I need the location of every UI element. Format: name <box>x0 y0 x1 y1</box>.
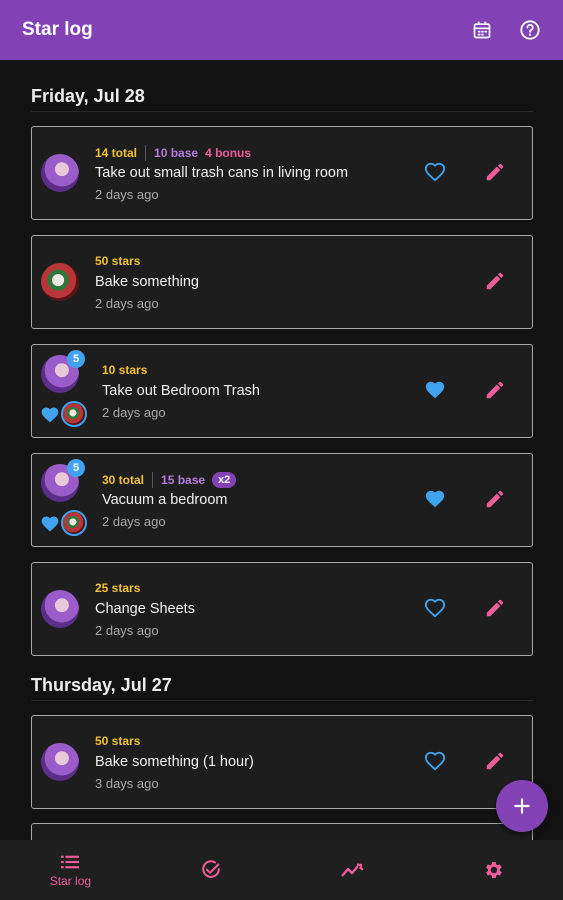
star-summary: 50 stars <box>95 734 140 748</box>
day-divider <box>31 111 533 112</box>
star-summary: 25 stars <box>95 581 140 595</box>
edit-button[interactable] <box>484 488 508 512</box>
edit-button[interactable] <box>484 750 508 774</box>
star-log-list[interactable]: Friday, Jul 28 14 total 10 base 4 bonus Take… <box>0 60 563 840</box>
star-entry-card[interactable]: 5 10 stars Take out Bedroom Trash 2 days ag… <box>31 344 533 438</box>
task-name: Take out small trash cans in living room <box>95 165 349 181</box>
task-name: Bake something (1 hour) <box>95 754 254 770</box>
avatar <box>41 590 79 628</box>
divider <box>152 472 154 488</box>
star-total: 10 stars <box>102 363 148 377</box>
star-total: 25 stars <box>95 581 141 595</box>
star-base: 10 base <box>154 146 199 160</box>
day-header: Thursday, Jul 27 <box>31 675 172 695</box>
like-count-badge: 5 <box>67 459 85 477</box>
nav-settings[interactable] <box>422 840 563 900</box>
timestamp: 3 days ago <box>95 776 159 791</box>
edit-button[interactable] <box>484 379 508 403</box>
like-button[interactable] <box>424 379 448 403</box>
help-icon[interactable] <box>519 19 541 41</box>
star-bonus: 4 bonus <box>205 146 252 160</box>
star-entry-card[interactable]: 25 stars Change Sheets 2 days ago <box>31 562 533 656</box>
timestamp: 2 days ago <box>102 405 166 420</box>
star-total: 50 stars <box>95 734 141 748</box>
add-entry-button[interactable] <box>496 780 548 832</box>
star-total: 30 total <box>102 473 145 487</box>
bottom-navigation: Star log <box>0 840 563 900</box>
settings-icon <box>485 862 502 878</box>
star-base: 15 base <box>161 473 206 487</box>
star-total: 14 total <box>95 146 138 160</box>
multiplier-badge: x2 <box>212 472 237 488</box>
edit-button[interactable] <box>484 161 508 185</box>
nav-chores[interactable] <box>141 840 282 900</box>
check-circle-icon <box>202 860 220 878</box>
liker-avatar <box>61 401 87 427</box>
star-total: 50 stars <box>95 254 141 268</box>
nav-star-log-label: Star log <box>49 873 92 888</box>
like-button[interactable] <box>424 488 448 512</box>
day-header: Friday, Jul 28 <box>31 86 145 106</box>
calendar-icon[interactable] <box>471 19 493 41</box>
star-entry-card[interactable] <box>31 823 533 840</box>
timestamp: 2 days ago <box>102 514 166 529</box>
nav-star-log[interactable]: Star log <box>0 840 141 900</box>
avatar <box>41 743 79 781</box>
star-summary: 50 stars <box>95 254 140 268</box>
timestamp: 2 days ago <box>95 296 159 311</box>
timestamp: 2 days ago <box>95 623 159 638</box>
app-bar: Star log <box>0 0 563 60</box>
task-name: Take out Bedroom Trash <box>102 383 260 399</box>
like-button[interactable] <box>424 161 448 185</box>
like-button[interactable] <box>424 597 448 621</box>
avatar <box>41 263 79 301</box>
star-entry-card[interactable]: 5 30 total 15 base x2 Vacuum a bedroom 2 days… <box>31 453 533 547</box>
day-divider <box>31 700 533 701</box>
star-entry-card[interactable]: 50 stars Bake something (1 hour) 3 days ag… <box>31 715 533 809</box>
trending-icon <box>340 863 364 877</box>
app-title: Star log <box>22 19 93 40</box>
divider <box>145 145 147 161</box>
star-entry-card[interactable]: 14 total 10 base 4 bonus Take out small tra… <box>31 126 533 220</box>
star-summary: 30 total 15 base x2 <box>102 472 237 488</box>
task-name: Change Sheets <box>95 601 195 617</box>
plus-icon <box>514 798 530 814</box>
like-count-badge: 5 <box>67 350 85 368</box>
task-name: Bake something <box>95 274 199 290</box>
star-summary: 14 total 10 base 4 bonus <box>95 145 251 161</box>
heart-icon <box>40 514 60 534</box>
edit-button[interactable] <box>484 270 508 294</box>
star-entry-card[interactable]: 50 stars Bake something 2 days ago <box>31 235 533 329</box>
task-name: Vacuum a bedroom <box>102 492 228 508</box>
edit-button[interactable] <box>484 597 508 621</box>
liker-avatar <box>61 510 87 536</box>
nav-stats[interactable] <box>282 840 423 900</box>
star-summary: 10 stars <box>102 363 147 377</box>
list-icon <box>61 855 80 868</box>
like-button[interactable] <box>424 750 448 774</box>
heart-icon <box>40 405 60 425</box>
avatar <box>41 154 79 192</box>
timestamp: 2 days ago <box>95 187 159 202</box>
